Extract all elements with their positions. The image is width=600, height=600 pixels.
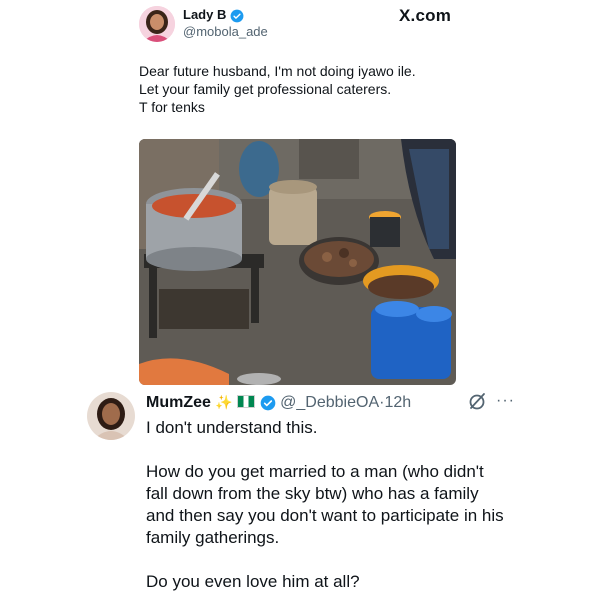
reply-paragraph: Do you even love him at all? <box>146 572 360 591</box>
more-options-icon[interactable]: ··· <box>496 392 515 410</box>
grok-icon[interactable] <box>467 391 487 411</box>
brand-label: X.com <box>399 6 452 25</box>
sparkles-icon: ✨ <box>215 394 233 410</box>
reply-time[interactable]: 12h <box>384 394 411 411</box>
tweet-line: Let your family get professional caterer… <box>139 81 392 97</box>
reply-paragraph: I don't understand this. <box>146 418 318 437</box>
reply-author-name[interactable]: MumZee <box>146 394 211 411</box>
reply-avatar[interactable] <box>87 392 135 440</box>
verified-badge-icon <box>260 395 276 411</box>
author-name[interactable]: Lady B <box>183 7 226 22</box>
tweet-photo[interactable] <box>139 139 456 385</box>
author-name-row: Lady B <box>183 7 244 23</box>
author-avatar[interactable] <box>139 6 175 42</box>
reply-header: MumZee ✨ @_DebbieOA·12h <box>146 392 411 413</box>
cooking-photo-illustration <box>139 139 456 385</box>
reply-author-handle[interactable]: @_DebbieOA <box>280 394 379 411</box>
tweet-line: T for tenks <box>139 99 205 115</box>
verified-badge-icon <box>230 9 244 22</box>
tweet-text: Dear future husband, I'm not doing iyawo… <box>139 62 469 116</box>
reply-paragraph: How do you get married to a man (who did… <box>146 462 504 547</box>
nigeria-flag-icon <box>237 395 256 408</box>
reply-text: I don't understand this. How do you get … <box>146 417 506 593</box>
author-handle[interactable]: @mobola_ade <box>183 24 268 39</box>
tweet-line: Dear future husband, I'm not doing iyawo… <box>139 63 416 79</box>
